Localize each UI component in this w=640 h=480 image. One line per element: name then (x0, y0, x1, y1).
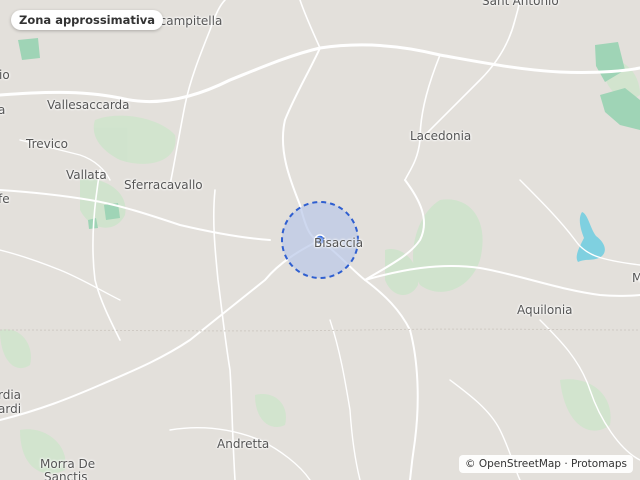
attribution-separator: · (560, 458, 571, 470)
place-label-edge-fe: fe (0, 192, 10, 206)
approximate-zone-label: Zona approssimativa (11, 10, 164, 30)
place-label-aquilonia: Aquilonia (517, 303, 573, 317)
place-label-sant-antonio: Sant'Antonio (482, 0, 559, 8)
place-label-edge-a: a (0, 103, 6, 117)
map[interactable]: Scampitella Sant'Antonio Vallesaccarda T… (0, 0, 640, 480)
place-label-morra-de-sanctis-line2: Sanctis (44, 470, 88, 480)
attribution-provider-link[interactable]: Protomaps (571, 458, 627, 470)
place-label-lacedonia: Lacedonia (410, 129, 472, 143)
place-label-edge-io: io (0, 68, 10, 82)
place-label-trevico: Trevico (26, 137, 68, 151)
place-label-vallata: Vallata (66, 168, 107, 182)
map-attribution: © OpenStreetMap · Protomaps (459, 455, 633, 473)
place-label-edge-rdia: rdia (0, 388, 22, 402)
place-label-edge-m: M (632, 271, 640, 285)
place-label-edge-ardi: ardi (0, 402, 22, 416)
place-label-vallesaccarda: Vallesaccarda (47, 98, 130, 112)
place-label-morra-de-sanctis: Morra De Sanctis (40, 458, 95, 480)
place-label-sferracavallo: Sferracavallo (124, 178, 203, 192)
place-label-andretta: Andretta (217, 437, 270, 451)
place-label-bisaccia: Bisaccia (314, 236, 364, 250)
attribution-copyright-link[interactable]: © OpenStreetMap (465, 458, 561, 470)
admin-boundary (0, 328, 640, 332)
